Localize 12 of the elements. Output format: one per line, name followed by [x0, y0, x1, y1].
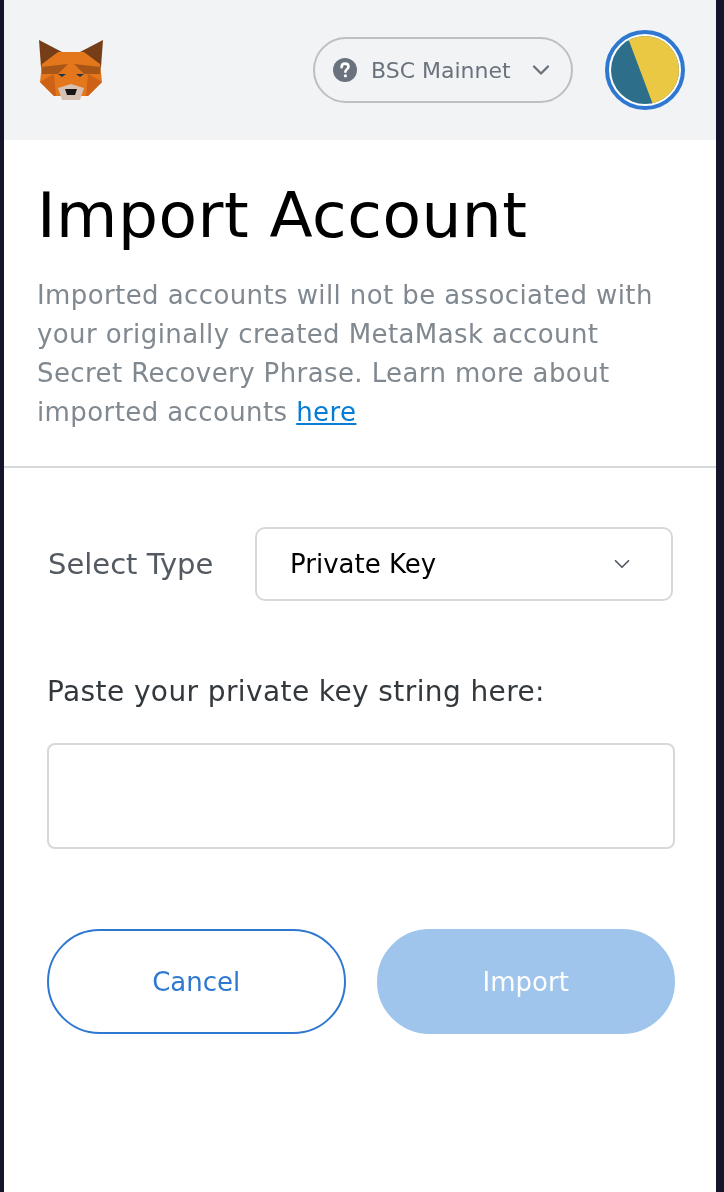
- select-type-label: Select Type: [47, 547, 215, 581]
- network-selector[interactable]: BSC Mainnet: [313, 37, 573, 103]
- description-text: Imported accounts will not be associated with your originally created MetaMask account Secret Recovery Phrase. Learn more about imported accounts here: [37, 279, 654, 429]
- help-icon: [333, 58, 357, 82]
- private-key-input[interactable]: [47, 743, 675, 849]
- cancel-button[interactable]: Cancel: [47, 929, 346, 1034]
- account-avatar-icon[interactable]: [605, 30, 685, 110]
- page-title: Import Account: [37, 180, 529, 252]
- type-dropdown[interactable]: Private Key: [255, 527, 673, 601]
- fox-logo-icon: [38, 40, 104, 100]
- learn-more-link[interactable]: here: [296, 397, 357, 427]
- private-key-label: Paste your private key string here:: [47, 675, 546, 709]
